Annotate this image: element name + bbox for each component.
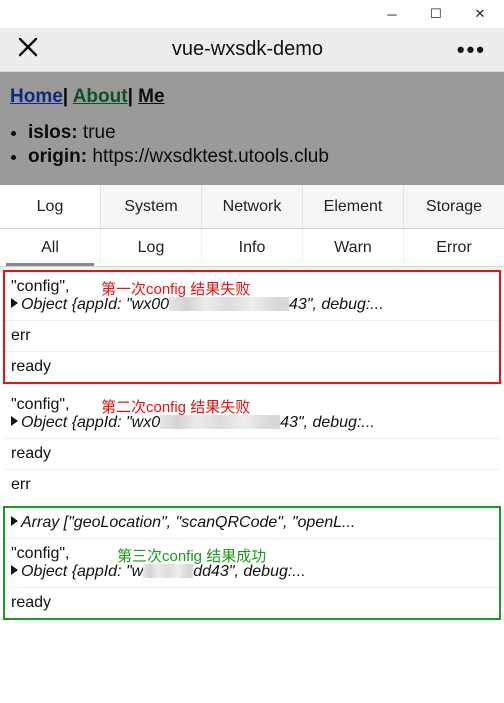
annotation-3: 第三次config 结果成功: [117, 545, 266, 566]
tab-element[interactable]: Element: [303, 185, 404, 228]
tab-storage[interactable]: Storage: [404, 185, 504, 228]
nav-me-link[interactable]: Me: [138, 86, 164, 107]
filter-log[interactable]: Log: [101, 229, 202, 266]
nav-sep: |: [63, 86, 73, 107]
redacted: [160, 415, 280, 429]
filter-error[interactable]: Error: [404, 229, 504, 266]
annotation-2: 第二次config 结果失败: [101, 396, 250, 417]
info-isios: isIos: true: [28, 122, 498, 144]
filter-tabs: All Log Info Warn Error: [0, 229, 504, 267]
log-row[interactable]: err: [5, 470, 499, 500]
redacted: [143, 564, 193, 578]
main-tabs: Log System Network Element Storage: [0, 185, 504, 229]
app-bar: vue-wxsdk-demo •••: [0, 28, 504, 72]
log-block-2: "config", 第二次config 结果失败 Object {appId: …: [3, 388, 501, 502]
annotation-1: 第一次config 结果失败: [101, 278, 250, 299]
page-title: vue-wxsdk-demo: [38, 38, 457, 61]
expand-icon[interactable]: [11, 416, 18, 426]
info-origin: origin: https://wxsdktest.utools.club: [28, 146, 498, 168]
log-row[interactable]: ready: [5, 588, 499, 618]
window-close-button[interactable]: ✕: [458, 0, 502, 28]
expand-icon[interactable]: [11, 298, 18, 308]
vconsole-panel: Log System Network Element Storage All L…: [0, 185, 504, 703]
tab-network[interactable]: Network: [202, 185, 303, 228]
log-area: "config", 第一次config 结果失败 Object {appId: …: [0, 267, 504, 703]
nav-about-link[interactable]: About: [73, 86, 128, 107]
filter-info[interactable]: Info: [202, 229, 303, 266]
log-row[interactable]: Array ["geoLocation", "scanQRCode", "ope…: [5, 508, 499, 539]
log-row[interactable]: ready: [5, 352, 499, 382]
minimize-button[interactable]: ─: [370, 0, 414, 28]
log-block-1: "config", 第一次config 结果失败 Object {appId: …: [3, 270, 501, 384]
nav-sep: |: [128, 86, 139, 107]
log-row[interactable]: err: [5, 321, 499, 352]
tab-system[interactable]: System: [101, 185, 202, 228]
window-titlebar: ─ ☐ ✕: [0, 0, 504, 28]
log-row[interactable]: ready: [5, 439, 499, 470]
log-row[interactable]: "config", 第二次config 结果失败 Object {appId: …: [5, 390, 499, 439]
filter-all[interactable]: All: [0, 229, 101, 266]
filter-warn[interactable]: Warn: [303, 229, 404, 266]
expand-icon[interactable]: [11, 565, 18, 575]
log-block-3: Array ["geoLocation", "scanQRCode", "ope…: [3, 506, 501, 620]
expand-icon[interactable]: [11, 516, 18, 526]
tab-log[interactable]: Log: [0, 185, 101, 228]
more-icon[interactable]: •••: [457, 37, 486, 63]
log-row[interactable]: "config", 第三次config 结果成功 Object {appId: …: [5, 539, 499, 588]
redacted: [169, 297, 289, 311]
maximize-button[interactable]: ☐: [414, 0, 458, 28]
nav-links: Home| About| Me: [0, 72, 504, 116]
log-row[interactable]: "config", 第一次config 结果失败 Object {appId: …: [5, 272, 499, 321]
nav-home-link[interactable]: Home: [10, 86, 63, 107]
close-icon[interactable]: [18, 37, 38, 62]
